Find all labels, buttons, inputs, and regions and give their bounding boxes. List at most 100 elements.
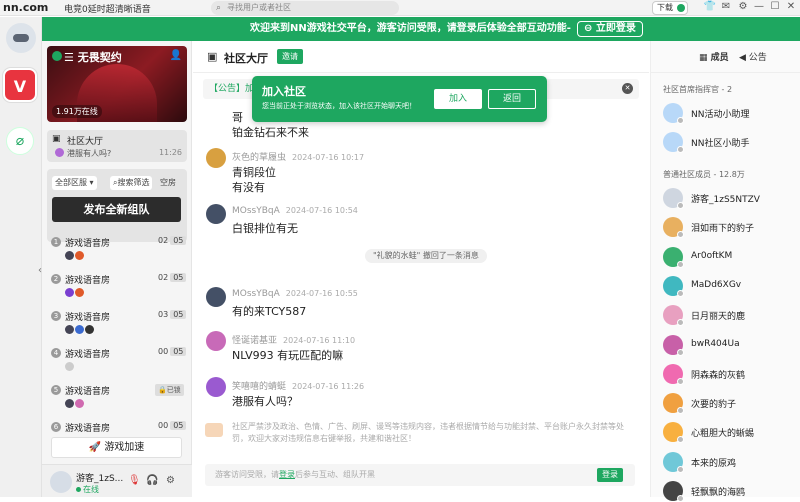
online-count: 1.91万在线 <box>52 105 102 118</box>
member-item[interactable]: MaDd6XGv <box>663 275 797 297</box>
avatar[interactable] <box>206 148 226 168</box>
voice-room-item[interactable]: 5 游戏语音房 🔒已锁 <box>46 379 188 408</box>
member-item[interactable]: 泪如雨下的豹子 <box>663 217 797 239</box>
member-item[interactable]: Ar0oftKM <box>663 246 797 268</box>
message-text: 港服有人吗？ <box>232 395 298 408</box>
avatar[interactable] <box>206 204 226 224</box>
avatar[interactable] <box>206 377 226 397</box>
title-bar: nn.com 电竞0延时超清晰语音 ⌕ 寻找用户或者社区 下载 👕 ✉ ⚙ — … <box>0 0 800 16</box>
game-accelerate-button[interactable]: 🚀 游戏加速 <box>51 437 182 458</box>
maximize-icon[interactable]: ☐ <box>768 1 782 12</box>
community-rail: V ⌀ ‹ <box>0 17 42 497</box>
member-item[interactable]: 游客_1zS5NTZV <box>663 188 797 209</box>
member-item[interactable]: 阴森森的灰鹤 <box>663 363 797 385</box>
avatar <box>65 288 74 297</box>
voice-room-item[interactable]: 1 游戏语音房 02 05 <box>46 231 188 260</box>
member-name: 次要的豹子 <box>691 400 737 411</box>
voice-room-item[interactable]: 4 游戏语音房 00 05 <box>46 342 188 371</box>
avatar <box>55 148 64 157</box>
message-author[interactable]: MOssYBqA 2024-07-16 10:54 <box>232 206 358 216</box>
message-author[interactable]: 笑嘻嘻的蜻蜓 2024-07-16 11:26 <box>232 379 364 392</box>
login-link[interactable]: 登录 <box>279 470 295 479</box>
add-user-icon[interactable]: 👤 <box>170 50 182 61</box>
invite-button[interactable]: 邀请 <box>277 49 303 64</box>
app-logo[interactable]: nn.com <box>3 1 48 14</box>
avatar <box>65 362 74 371</box>
empty-room-toggle[interactable]: 空房 <box>157 176 179 190</box>
tab-members[interactable]: ▦ 成员 <box>699 50 729 63</box>
member-item[interactable]: 本来的原鸡 <box>663 451 797 473</box>
status-dot <box>677 436 684 444</box>
robot-avatar[interactable] <box>6 23 36 53</box>
modal-description: 您当前正处于浏览状态，加入该社区开始聊天吧！ <box>262 102 416 110</box>
status-dot <box>677 465 684 473</box>
discover-icon[interactable]: ⌀ <box>6 127 34 155</box>
message-author[interactable]: 灰色的草履虫 2024-07-16 10:17 <box>232 150 364 163</box>
member-item[interactable]: NN活动小助理 <box>663 103 797 124</box>
close-icon[interactable]: ✕ <box>784 1 798 12</box>
message-author[interactable]: MOssYBqA 2024-07-16 10:55 <box>232 289 358 299</box>
avatar[interactable] <box>50 471 72 493</box>
members-section-title: 普通社区成员 - 12.8万 <box>663 170 745 179</box>
message-input[interactable]: 游客访问受限，请登录后参与互动、组队开黑 登录 <box>205 464 635 486</box>
app-slogan: 电竞0延时超清晰语音 <box>64 5 151 15</box>
tab-notice[interactable]: ◀ 公告 <box>739 50 767 63</box>
avatar[interactable] <box>206 287 226 307</box>
status-dot <box>677 231 684 239</box>
voice-room-item[interactable]: 2 游戏语音房 02 05 <box>46 268 188 297</box>
send-login-button[interactable]: 登录 <box>597 468 623 482</box>
shirt-icon[interactable]: 👕 <box>703 1 717 12</box>
message-text: 白银排位有无 <box>232 222 298 235</box>
back-button[interactable]: 返回 <box>488 89 536 109</box>
mic-muted-icon[interactable]: 🎙 <box>128 475 141 486</box>
lobby-item[interactable]: ▣ 社区大厅 港服有人吗? 11:26 <box>47 130 187 162</box>
close-icon[interactable]: ✕ <box>622 83 633 94</box>
region-select[interactable]: 全部区服 ▾ <box>52 176 97 190</box>
join-button[interactable]: 加入 <box>434 89 482 109</box>
search-input[interactable]: ⌕ 寻找用户或者社区 <box>211 1 399 15</box>
message-text: 哥 <box>232 111 243 124</box>
message-text: 青铜段位 <box>232 166 276 179</box>
message-text: 有的来TCY587 <box>232 305 307 318</box>
new-team-button[interactable]: 发布全新组队 <box>52 197 181 222</box>
lobby-last-message: 港服有人吗? <box>67 149 112 158</box>
member-item[interactable]: 日月丽天的鹿 <box>663 305 797 327</box>
user-bar: 游客_1zS... 在线 🎙 🎧 ⚙ <box>42 464 192 497</box>
settings-icon[interactable]: ⚙ <box>166 475 175 486</box>
room-number: 2 <box>51 274 61 284</box>
search-filter-button[interactable]: ⌕搜索筛选 <box>110 176 153 190</box>
member-item[interactable]: bwR404Ua <box>663 334 797 356</box>
mail-icon[interactable]: ✉ <box>719 1 733 12</box>
member-name: 日月丽天的鹿 <box>691 312 746 323</box>
community-hero[interactable]: ☰ 无畏契约 👤 1.91万在线 <box>47 46 187 122</box>
download-button[interactable]: 下载 <box>652 1 688 15</box>
status-dot <box>677 495 684 502</box>
login-button[interactable]: ⊖ 立即登录 <box>577 21 643 37</box>
room-occupancy: 00 05 <box>158 421 187 430</box>
status-dot <box>677 117 684 124</box>
message-author[interactable]: 怪诞诺基亚 2024-07-16 11:10 <box>232 333 355 346</box>
member-item[interactable]: 轻飘飘的海鸥 <box>663 481 797 502</box>
message-text: 铂金钻石来不来 <box>232 126 309 139</box>
room-locked-badge: 🔒已锁 <box>155 384 184 396</box>
minimize-icon[interactable]: — <box>752 1 766 12</box>
member-item[interactable]: 次要的豹子 <box>663 393 797 415</box>
avatar[interactable] <box>206 331 226 351</box>
valorant-community-icon[interactable]: V <box>3 68 37 102</box>
community-name: ☰ 无畏契约 <box>64 51 122 64</box>
member-item[interactable]: NN社区小助手 <box>663 132 797 153</box>
member-item[interactable]: 心粗胆大的蜥蜴 <box>663 422 797 444</box>
room-number: 5 <box>51 385 61 395</box>
headset-icon[interactable]: 🎧 <box>146 475 158 486</box>
room-number: 4 <box>51 348 61 358</box>
login-label: 立即登录 <box>595 23 636 34</box>
member-name: NN社区小助手 <box>691 139 750 149</box>
lobby-time: 11:26 <box>158 148 182 157</box>
chat-icon: ▣ <box>207 50 218 63</box>
settings-icon[interactable]: ⚙ <box>736 1 750 12</box>
accelerate-label: 游戏加速 <box>104 442 145 453</box>
voice-room-item[interactable]: 3 游戏语音房 03 05 <box>46 305 188 334</box>
search-icon: ⌕ <box>216 3 222 13</box>
message-time: 2024-07-16 10:54 <box>285 206 358 215</box>
chat-header: ▣ 社区大厅 邀请 <box>193 41 649 73</box>
